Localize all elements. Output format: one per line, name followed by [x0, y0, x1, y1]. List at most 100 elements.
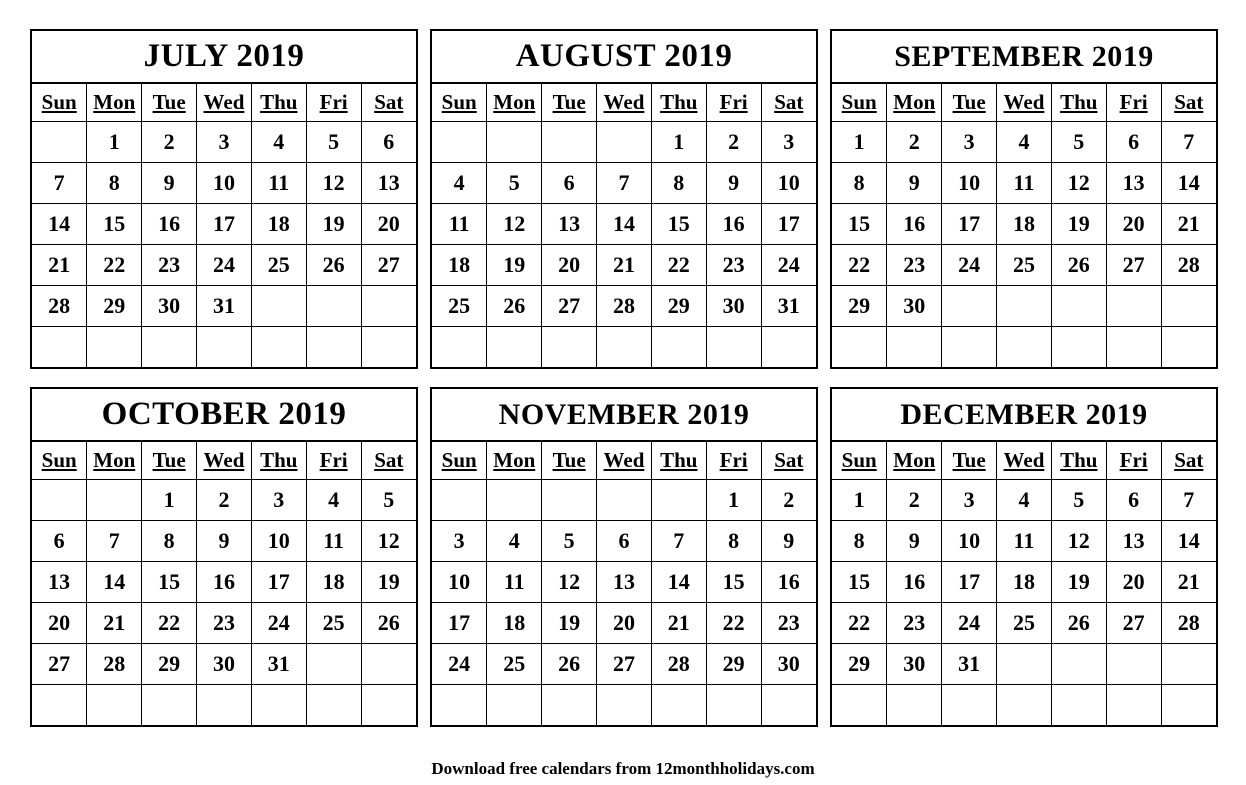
day-cell[interactable]: 10 — [760, 161, 816, 204]
day-cell[interactable]: 17 — [432, 601, 488, 644]
day-cell[interactable]: 30 — [886, 284, 943, 327]
day-cell[interactable]: 27 — [541, 284, 598, 327]
day-cell[interactable]: 17 — [941, 560, 998, 603]
day-cell[interactable]: 17 — [196, 202, 252, 245]
day-cell[interactable]: 29 — [141, 642, 198, 685]
day-cell[interactable]: 13 — [1105, 161, 1162, 204]
day-cell[interactable]: 25 — [996, 601, 1052, 644]
day-cell[interactable]: 11 — [486, 560, 543, 603]
day-cell[interactable]: 16 — [886, 202, 943, 245]
day-cell[interactable]: 21 — [1160, 560, 1216, 603]
day-cell[interactable]: 15 — [832, 202, 888, 245]
day-cell[interactable]: 18 — [486, 601, 543, 644]
day-cell[interactable]: 18 — [996, 560, 1052, 603]
day-cell[interactable]: 26 — [541, 642, 598, 685]
day-cell[interactable]: 23 — [760, 601, 816, 644]
day-cell[interactable]: 11 — [305, 519, 362, 562]
day-cell[interactable]: 4 — [486, 519, 543, 562]
day-cell[interactable]: 17 — [941, 202, 998, 245]
day-cell[interactable]: 29 — [86, 284, 143, 327]
day-cell[interactable]: 10 — [250, 519, 307, 562]
day-cell[interactable]: 5 — [360, 478, 416, 521]
day-cell[interactable]: 30 — [705, 284, 762, 327]
day-cell[interactable]: 8 — [141, 519, 198, 562]
day-cell[interactable]: 19 — [305, 202, 362, 245]
day-cell[interactable]: 13 — [541, 202, 598, 245]
day-cell[interactable]: 16 — [141, 202, 198, 245]
day-cell[interactable]: 26 — [1050, 243, 1107, 286]
day-cell[interactable]: 9 — [886, 161, 943, 204]
day-cell[interactable]: 26 — [1050, 601, 1107, 644]
day-cell[interactable]: 24 — [432, 642, 488, 685]
day-cell[interactable]: 21 — [1160, 202, 1216, 245]
day-cell[interactable]: 14 — [596, 202, 652, 245]
day-cell[interactable]: 22 — [832, 601, 888, 644]
day-cell[interactable]: 25 — [250, 243, 307, 286]
day-cell[interactable]: 23 — [196, 601, 252, 644]
day-cell[interactable]: 17 — [760, 202, 816, 245]
day-cell[interactable]: 30 — [196, 642, 252, 685]
day-cell[interactable]: 2 — [196, 478, 252, 521]
day-cell[interactable]: 30 — [886, 642, 943, 685]
day-cell[interactable]: 4 — [432, 161, 488, 204]
day-cell[interactable]: 13 — [596, 560, 652, 603]
day-cell[interactable]: 1 — [832, 478, 888, 521]
day-cell[interactable]: 12 — [305, 161, 362, 204]
day-cell[interactable]: 4 — [250, 120, 307, 163]
day-cell[interactable]: 5 — [1050, 120, 1107, 163]
day-cell[interactable]: 4 — [996, 478, 1052, 521]
day-cell[interactable]: 7 — [596, 161, 652, 204]
day-cell[interactable]: 7 — [1160, 120, 1216, 163]
day-cell[interactable]: 19 — [486, 243, 543, 286]
day-cell[interactable]: 13 — [1105, 519, 1162, 562]
day-cell[interactable]: 22 — [832, 243, 888, 286]
day-cell[interactable]: 21 — [86, 601, 143, 644]
day-cell[interactable]: 27 — [596, 642, 652, 685]
day-cell[interactable]: 27 — [1105, 601, 1162, 644]
day-cell[interactable]: 12 — [360, 519, 416, 562]
day-cell[interactable]: 19 — [360, 560, 416, 603]
day-cell[interactable]: 11 — [250, 161, 307, 204]
day-cell[interactable]: 29 — [832, 642, 888, 685]
day-cell[interactable]: 22 — [86, 243, 143, 286]
day-cell[interactable]: 26 — [486, 284, 543, 327]
day-cell[interactable]: 28 — [596, 284, 652, 327]
day-cell[interactable]: 31 — [196, 284, 252, 327]
day-cell[interactable]: 22 — [650, 243, 707, 286]
day-cell[interactable]: 25 — [486, 642, 543, 685]
day-cell[interactable]: 9 — [886, 519, 943, 562]
day-cell[interactable]: 23 — [886, 243, 943, 286]
day-cell[interactable]: 15 — [650, 202, 707, 245]
day-cell[interactable]: 8 — [705, 519, 762, 562]
day-cell[interactable]: 6 — [1105, 478, 1162, 521]
day-cell[interactable]: 12 — [486, 202, 543, 245]
day-cell[interactable]: 10 — [941, 161, 998, 204]
day-cell[interactable]: 7 — [650, 519, 707, 562]
day-cell[interactable]: 15 — [141, 560, 198, 603]
day-cell[interactable]: 29 — [832, 284, 888, 327]
day-cell[interactable]: 7 — [1160, 478, 1216, 521]
day-cell[interactable]: 21 — [596, 243, 652, 286]
day-cell[interactable]: 9 — [760, 519, 816, 562]
day-cell[interactable]: 13 — [32, 560, 88, 603]
day-cell[interactable]: 22 — [705, 601, 762, 644]
day-cell[interactable]: 21 — [650, 601, 707, 644]
day-cell[interactable]: 15 — [86, 202, 143, 245]
day-cell[interactable]: 11 — [996, 161, 1052, 204]
day-cell[interactable]: 8 — [650, 161, 707, 204]
day-cell[interactable]: 27 — [360, 243, 416, 286]
day-cell[interactable]: 18 — [250, 202, 307, 245]
day-cell[interactable]: 18 — [432, 243, 488, 286]
day-cell[interactable]: 20 — [596, 601, 652, 644]
day-cell[interactable]: 15 — [832, 560, 888, 603]
day-cell[interactable]: 1 — [86, 120, 143, 163]
day-cell[interactable]: 28 — [86, 642, 143, 685]
day-cell[interactable]: 2 — [886, 478, 943, 521]
day-cell[interactable]: 19 — [1050, 202, 1107, 245]
day-cell[interactable]: 23 — [886, 601, 943, 644]
day-cell[interactable]: 3 — [941, 478, 998, 521]
day-cell[interactable]: 13 — [360, 161, 416, 204]
day-cell[interactable]: 24 — [760, 243, 816, 286]
day-cell[interactable]: 20 — [1105, 560, 1162, 603]
day-cell[interactable]: 6 — [360, 120, 416, 163]
